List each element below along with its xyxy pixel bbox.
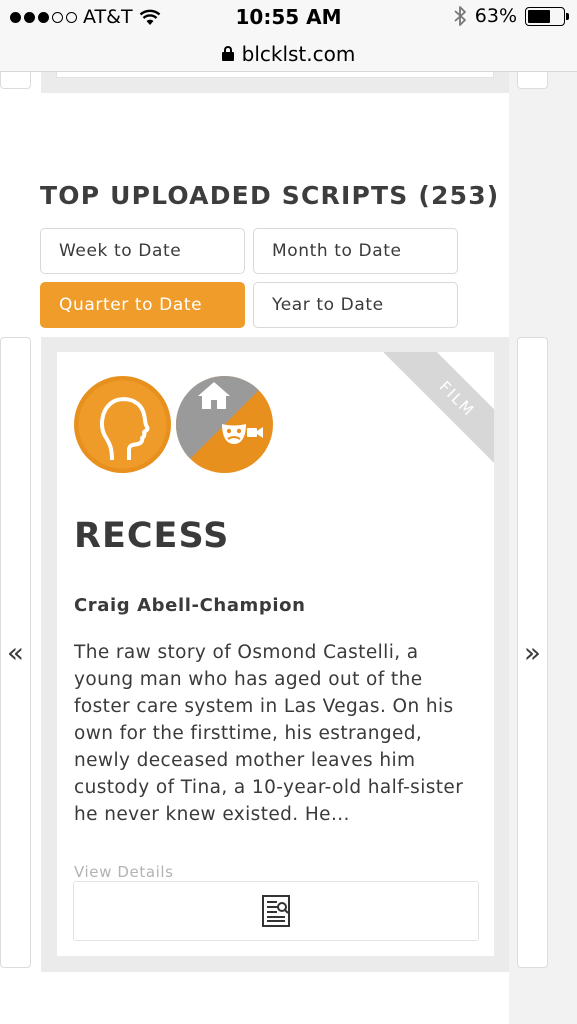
slider-next-button[interactable]: »	[517, 337, 548, 968]
address-bar[interactable]: blcklst.com	[0, 36, 577, 72]
script-card: FILM RECESS Craig Abell-Champion The raw…	[57, 352, 494, 956]
previous-slider-right-arrow[interactable]	[517, 72, 548, 89]
status-right: 63%	[453, 5, 569, 27]
type-ribbon: FILM	[379, 352, 494, 467]
url-text[interactable]: blcklst.com	[242, 42, 356, 66]
script-author[interactable]: Craig Abell-Champion	[74, 595, 306, 616]
filter-quarter-to-date[interactable]: Quarter to Date	[40, 282, 245, 328]
previous-slider-left-arrow[interactable]	[0, 72, 31, 89]
character-profile-icon	[74, 376, 171, 473]
battery-percent: 63%	[474, 5, 517, 27]
status-bar: AT&T 10:55 AM 63%	[0, 0, 577, 36]
filter-year-to-date[interactable]: Year to Date	[253, 282, 458, 328]
filter-month-to-date[interactable]: Month to Date	[253, 228, 458, 274]
document-icon	[262, 895, 290, 927]
family-drama-icon	[176, 376, 273, 473]
battery-icon	[525, 6, 569, 26]
view-details-button[interactable]	[73, 881, 479, 941]
previous-card	[56, 72, 494, 78]
section-title: TOP UPLOADED SCRIPTS (253)	[40, 181, 500, 210]
bluetooth-icon	[454, 6, 466, 26]
type-ribbon-label: FILM	[383, 352, 494, 467]
slider-prev-button[interactable]: «	[0, 337, 31, 968]
script-title[interactable]: RECESS	[74, 516, 229, 556]
lock-icon	[221, 46, 234, 61]
script-logline: The raw story of Osmond Castelli, a youn…	[74, 642, 464, 825]
filter-week-to-date[interactable]: Week to Date	[40, 228, 245, 274]
page: AT&T 10:55 AM 63% blcklst.com TOP UPLOAD…	[0, 0, 577, 1024]
view-details-label: View Details	[74, 863, 174, 881]
